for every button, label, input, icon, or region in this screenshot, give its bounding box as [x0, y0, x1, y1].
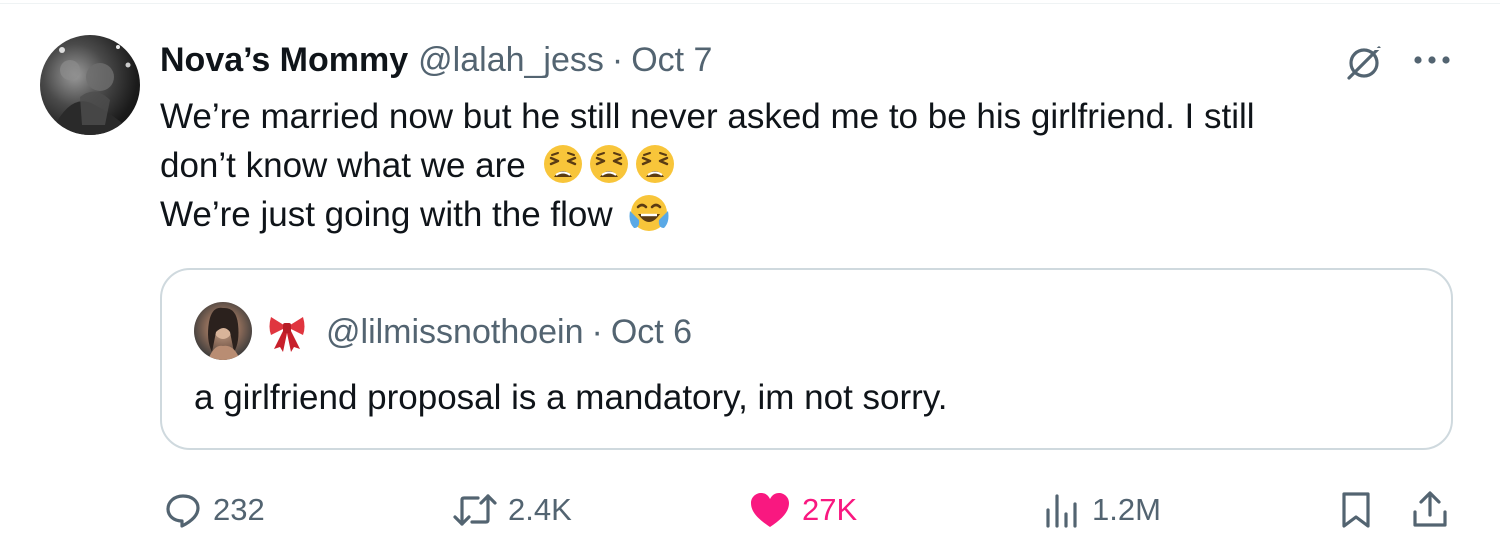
reply-button[interactable]: 232	[163, 488, 265, 532]
top-divider	[0, 3, 1500, 4]
post-text-line-2: don’t know what we are	[160, 141, 1430, 190]
ribbon-bow-icon	[269, 317, 305, 352]
weary-face-emoji	[543, 145, 582, 183]
weary-face-emoji	[589, 145, 628, 183]
quoted-post[interactable]: @lilmissnothoein · Oct 6 a girlfriend pr…	[160, 268, 1453, 450]
like-button[interactable]: 27K	[748, 488, 857, 532]
author-avatar[interactable]	[40, 35, 140, 135]
repost-icon	[453, 494, 497, 526]
face-with-tears-of-joy-emoji	[629, 195, 669, 231]
heart-icon	[751, 493, 789, 527]
author-display-name[interactable]: Nova’s Mommy	[160, 41, 408, 80]
views-count: 1.2M	[1092, 492, 1161, 527]
quoted-header-separator: ·	[591, 312, 603, 351]
post-text-line-3-text: We’re just going with the flow	[160, 195, 613, 234]
weary-face-emoji	[635, 145, 674, 183]
post-text-line-2-text: don’t know what we are	[160, 146, 526, 185]
post-text-line-3: We’re just going with the flow	[160, 190, 1430, 239]
reply-icon	[166, 494, 200, 528]
author-handle[interactable]: @lalah_jess	[418, 41, 604, 80]
more-icon[interactable]	[1412, 52, 1452, 68]
share-button[interactable]	[1410, 488, 1450, 532]
quoted-post-date[interactable]: Oct 6	[611, 313, 692, 352]
header-separator: ·	[611, 40, 624, 79]
quoted-author-handle[interactable]: @lilmissnothoein	[326, 313, 584, 352]
reply-count: 232	[213, 492, 265, 527]
bookmark-icon	[1342, 492, 1370, 528]
quoted-author-avatar[interactable]	[194, 302, 252, 360]
quoted-post-text: a girlfriend proposal is a mandatory, im…	[194, 378, 948, 417]
post-date[interactable]: Oct 7	[631, 41, 712, 80]
grok-icon[interactable]	[1343, 42, 1385, 84]
post-text: We’re married now but he still never ask…	[160, 92, 1430, 239]
views-icon	[1046, 494, 1077, 528]
repost-button[interactable]: 2.4K	[452, 488, 572, 532]
like-count: 27K	[802, 492, 858, 527]
share-icon	[1413, 491, 1447, 527]
bookmark-button[interactable]	[1338, 488, 1374, 532]
post-header: Nova’s Mommy @lalah_jess · Oct 7	[160, 38, 712, 82]
post-text-line-1: We’re married now but he still never ask…	[160, 97, 1255, 136]
quoted-post-header: @lilmissnothoein · Oct 6	[266, 312, 692, 352]
repost-count: 2.4K	[508, 492, 572, 527]
views-button[interactable]: 1.2M	[1042, 488, 1161, 532]
